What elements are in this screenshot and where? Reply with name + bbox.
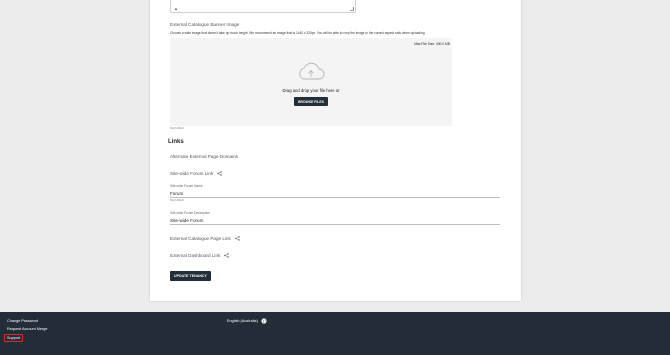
drag-drop-text: Drag and drop your file here or — [282, 88, 340, 93]
cloud-upload-icon — [299, 62, 325, 80]
banner-image-description: Choose a wide image that doesn't take up… — [170, 31, 426, 35]
share-icon[interactable] — [217, 171, 222, 176]
links-section-title: Links — [168, 139, 184, 145]
request-account-merge-link[interactable]: Request Account Merge — [7, 327, 48, 331]
share-icon[interactable] — [235, 236, 240, 241]
forum-name-field[interactable]: Forum — [170, 190, 500, 198]
forum-name-label: Site-wide Forum Name — [170, 184, 203, 188]
banner-required-hint: REQUIRED — [170, 127, 184, 130]
update-tenancy-button[interactable]: UPDATE TENANCY — [170, 271, 211, 281]
browse-files-button[interactable]: BROWSE FILES — [294, 97, 328, 106]
settings-card: ▲ External Catalogue Banner Image Choose… — [150, 0, 521, 301]
textarea-caret: ▲ — [174, 6, 178, 11]
catalogue-link-label: External Catalogue Page Link — [170, 236, 231, 241]
forum-name-required-hint: REQUIRED — [170, 199, 184, 202]
resize-handle[interactable] — [350, 7, 354, 11]
catalogue-link-row[interactable]: External Catalogue Page Link — [170, 236, 240, 241]
globe-icon — [261, 318, 267, 324]
dashboard-link-row[interactable]: External Dashboard Link — [170, 253, 230, 258]
support-link[interactable]: Support — [7, 336, 20, 340]
forum-link-label: Site-wide Forum Link — [170, 171, 214, 176]
change-password-link[interactable]: Change Password — [7, 319, 38, 323]
description-textarea[interactable]: ▲ — [170, 0, 356, 13]
banner-image-label: External Catalogue Banner Image — [170, 22, 240, 27]
max-file-size: Max File Size: 400.0 MB — [414, 42, 450, 46]
forum-link-row[interactable]: Site-wide Forum Link — [170, 171, 222, 176]
share-icon[interactable] — [224, 253, 230, 258]
dashboard-link-label: External Dashboard Link — [170, 253, 221, 258]
alternate-domains-label: Alternate External Page Domains — [170, 154, 238, 159]
alternate-domains-row[interactable]: Alternate External Page Domains — [170, 154, 238, 159]
footer — [0, 312, 670, 355]
language-selector[interactable]: English (Australia) — [227, 318, 267, 324]
forum-description-label: Site-wide Forum Description — [170, 211, 211, 215]
forum-description-field[interactable]: Site-wide Forum — [170, 217, 500, 225]
language-label: English (Australia) — [227, 319, 258, 323]
banner-dropzone[interactable]: Max File Size: 400.0 MB Drag and drop yo… — [170, 38, 452, 126]
